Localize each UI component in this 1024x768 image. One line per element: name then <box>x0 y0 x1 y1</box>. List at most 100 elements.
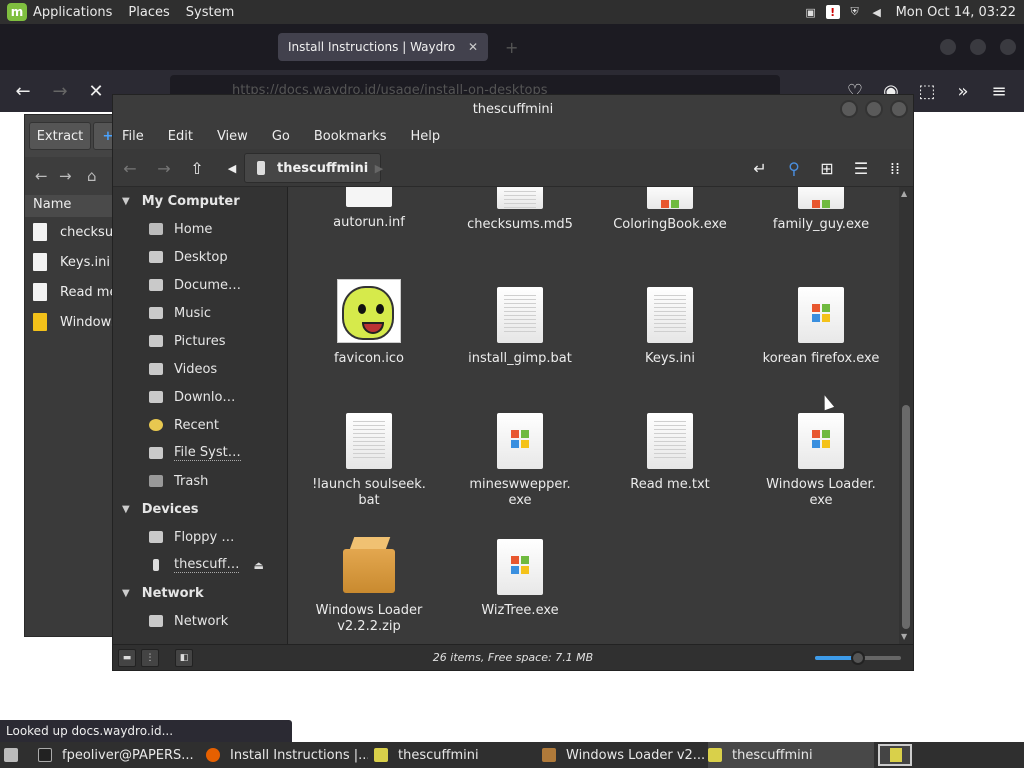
sidebar-item-recent[interactable]: Recent <box>113 411 287 439</box>
extract-button[interactable]: Extract <box>29 122 91 150</box>
menu-bookmarks[interactable]: Bookmarks <box>314 129 387 144</box>
back-icon[interactable]: ← <box>35 167 48 185</box>
window-titlebar[interactable]: thescuffmini <box>113 95 913 123</box>
forward-icon[interactable]: → <box>153 157 175 179</box>
hamburger-menu-icon[interactable]: ≡ <box>988 80 1010 102</box>
path-right-arrow-icon[interactable]: ▶ <box>368 157 390 179</box>
path-left-arrow-icon[interactable]: ◀ <box>221 157 243 179</box>
file-item[interactable]: checksums.md5 <box>445 187 595 233</box>
taskbar-item-terminal[interactable]: fpeoliver@PAPERS... <box>38 742 196 768</box>
file-item[interactable]: Read me.txt <box>595 405 745 493</box>
update-icon[interactable]: ! <box>825 5 840 19</box>
file-item[interactable]: WizTree.exe <box>445 531 595 619</box>
minimize-button[interactable] <box>840 100 858 118</box>
show-desktop-icon[interactable] <box>4 748 18 762</box>
sidebar-item-home[interactable]: Home <box>113 215 287 243</box>
mint-logo-icon[interactable]: m <box>7 3 27 21</box>
file-item[interactable]: !launch soulseek. bat <box>294 405 444 509</box>
file-item[interactable]: install_gimp.bat <box>445 279 595 367</box>
clock[interactable]: Mon Oct 14, 03:22 <box>896 5 1016 20</box>
search-icon[interactable]: ⚲ <box>783 157 805 179</box>
maximize-button[interactable] <box>865 100 883 118</box>
column-header-name[interactable]: Name <box>25 195 123 217</box>
file-item[interactable]: mineswwepper. exe <box>445 405 595 509</box>
sidebar-section-my-computer[interactable]: ▼ My Computer <box>113 187 287 215</box>
volume-icon[interactable]: ◀ <box>870 5 884 19</box>
stop-icon[interactable]: ✕ <box>85 80 107 102</box>
system-menu[interactable]: System <box>186 5 234 20</box>
sidebar-item-floppy[interactable]: Floppy … <box>113 523 287 551</box>
path-button[interactable]: thescuffmini <box>244 153 382 183</box>
applications-menu[interactable]: Applications <box>33 5 112 20</box>
icon-view[interactable]: autorun.inf checksums.md5 ColoringBook.exe… <box>287 187 899 644</box>
places-menu[interactable]: Places <box>128 5 169 20</box>
list-item[interactable]: Windows <box>25 307 123 337</box>
sidebar-item-videos[interactable]: Videos <box>113 355 287 383</box>
menu-help[interactable]: Help <box>410 129 440 144</box>
zoom-slider-handle[interactable] <box>851 651 865 665</box>
maximize-button[interactable] <box>970 39 986 55</box>
list-item[interactable]: Keys.ini <box>25 247 123 277</box>
close-button[interactable] <box>1000 39 1016 55</box>
sidebar-item-music[interactable]: Music <box>113 299 287 327</box>
collapse-triangle-icon[interactable]: ▼ <box>122 196 130 207</box>
vertical-scrollbar[interactable]: ▲ ▼ <box>899 187 913 644</box>
collapse-triangle-icon[interactable]: ▼ <box>122 504 130 515</box>
icon-view-icon[interactable]: ⊞ <box>816 157 838 179</box>
eject-icon[interactable]: ⏏ <box>253 559 263 572</box>
file-item[interactable]: family_guy.exe <box>746 187 896 233</box>
network-icon[interactable]: ▣ <box>804 5 818 19</box>
file-item[interactable]: ColoringBook.exe <box>595 187 745 233</box>
file-item[interactable]: Windows Loader. exe <box>746 405 896 509</box>
file-item[interactable]: korean firefox.exe <box>746 279 896 367</box>
menu-file[interactable]: File <box>122 129 144 144</box>
workspace-switcher[interactable] <box>878 744 912 766</box>
menu-edit[interactable]: Edit <box>168 129 193 144</box>
back-icon[interactable]: ← <box>12 80 34 102</box>
browser-tab-active[interactable]: Install Instructions | Waydro ✕ <box>278 33 488 61</box>
taskbar-item-thescuffmini-active[interactable]: thescuffmini <box>708 742 874 768</box>
file-item[interactable]: Windows Loader v2.2.2.zip <box>294 531 444 635</box>
zoom-slider[interactable] <box>815 651 901 665</box>
home-icon[interactable]: ⌂ <box>87 167 97 185</box>
collapse-triangle-icon[interactable]: ▼ <box>122 588 130 599</box>
overflow-icon[interactable]: » <box>952 80 974 102</box>
forward-icon[interactable]: → <box>59 167 72 185</box>
file-item[interactable]: Keys.ini <box>595 279 745 367</box>
minimize-button[interactable] <box>940 39 956 55</box>
taskbar-item-archive[interactable]: Windows Loader v2.... <box>542 742 706 768</box>
sidebar-item-trash[interactable]: Trash <box>113 467 287 495</box>
file-item[interactable]: favicon.ico <box>294 279 444 367</box>
file-item[interactable]: autorun.inf <box>294 187 444 231</box>
taskbar-item-thescuffmini[interactable]: thescuffmini <box>374 742 534 768</box>
close-icon[interactable]: ✕ <box>468 40 478 54</box>
forward-icon[interactable]: → <box>49 80 71 102</box>
location-toggle-icon[interactable]: ↵ <box>749 157 771 179</box>
list-item[interactable]: checksur <box>25 217 123 247</box>
taskbar-item-firefox[interactable]: Install Instructions |... <box>206 742 368 768</box>
sidebar-item-network[interactable]: Network <box>113 607 287 635</box>
sidebar-item-downloads[interactable]: Downlo… <box>113 383 287 411</box>
sidebar-section-network[interactable]: ▼ Network <box>113 579 287 607</box>
scroll-down-icon[interactable]: ▼ <box>901 632 907 641</box>
list-view-icon[interactable]: ☰ <box>850 157 872 179</box>
sidebar-section-devices[interactable]: ▼ Devices <box>113 495 287 523</box>
scrollbar-thumb[interactable] <box>902 405 910 629</box>
shield-icon[interactable]: ⛨ <box>848 5 862 19</box>
menu-view[interactable]: View <box>217 129 248 144</box>
browser-tab-inactive[interactable] <box>40 33 260 61</box>
list-item[interactable]: Read me <box>25 277 123 307</box>
sidebar-item-pictures[interactable]: Pictures <box>113 327 287 355</box>
sidebar-item-filesystem[interactable]: File Syst… <box>113 439 287 467</box>
sidebar-item-desktop[interactable]: Desktop <box>113 243 287 271</box>
extensions-icon[interactable]: ⬚ <box>916 80 938 102</box>
back-icon[interactable]: ← <box>119 157 141 179</box>
compact-view-icon[interactable]: ⁞⁞ <box>884 157 906 179</box>
sidebar-item-usb-drive[interactable]: thescuff… ⏏ <box>113 551 287 579</box>
up-icon[interactable]: ⇧ <box>186 157 208 179</box>
scroll-up-icon[interactable]: ▲ <box>901 189 907 198</box>
sidebar-item-documents[interactable]: Docume… <box>113 271 287 299</box>
menu-go[interactable]: Go <box>272 129 290 144</box>
new-tab-icon[interactable]: + <box>505 38 518 57</box>
close-button[interactable] <box>890 100 908 118</box>
